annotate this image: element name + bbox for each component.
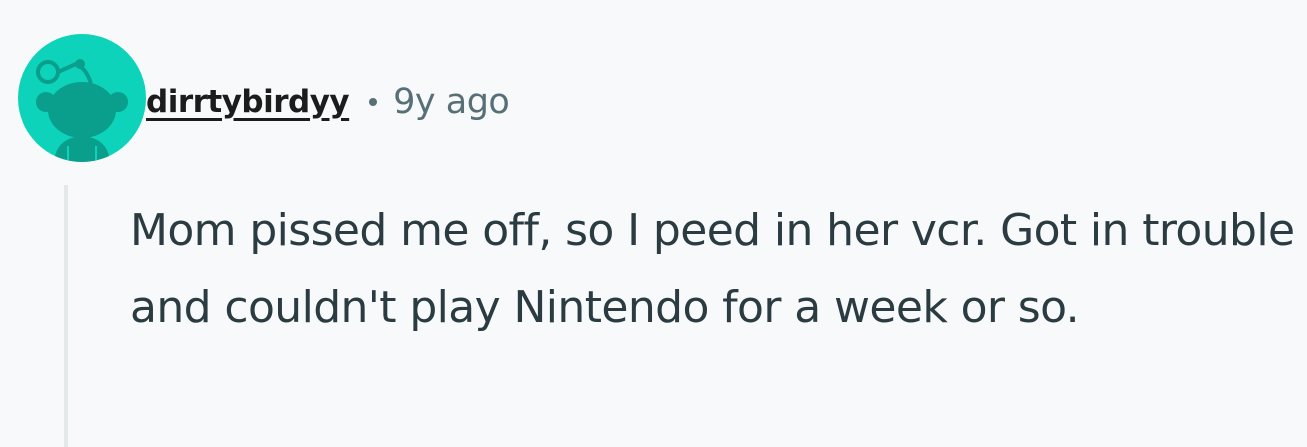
avatar[interactable]	[18, 34, 146, 162]
comment: dirrtybirdyy 9y ago Mom pissed me off, s…	[0, 0, 1307, 447]
comment-meta: dirrtybirdyy 9y ago	[146, 74, 510, 130]
timestamp: 9y ago	[393, 82, 510, 122]
snoo-avatar-icon	[36, 59, 128, 162]
username-link[interactable]: dirrtybirdyy	[146, 84, 350, 120]
thread-line[interactable]	[64, 185, 68, 447]
separator-dot	[369, 98, 378, 106]
comment-body: Mom pissed me off, so I peed in her vcr.…	[130, 205, 1295, 333]
